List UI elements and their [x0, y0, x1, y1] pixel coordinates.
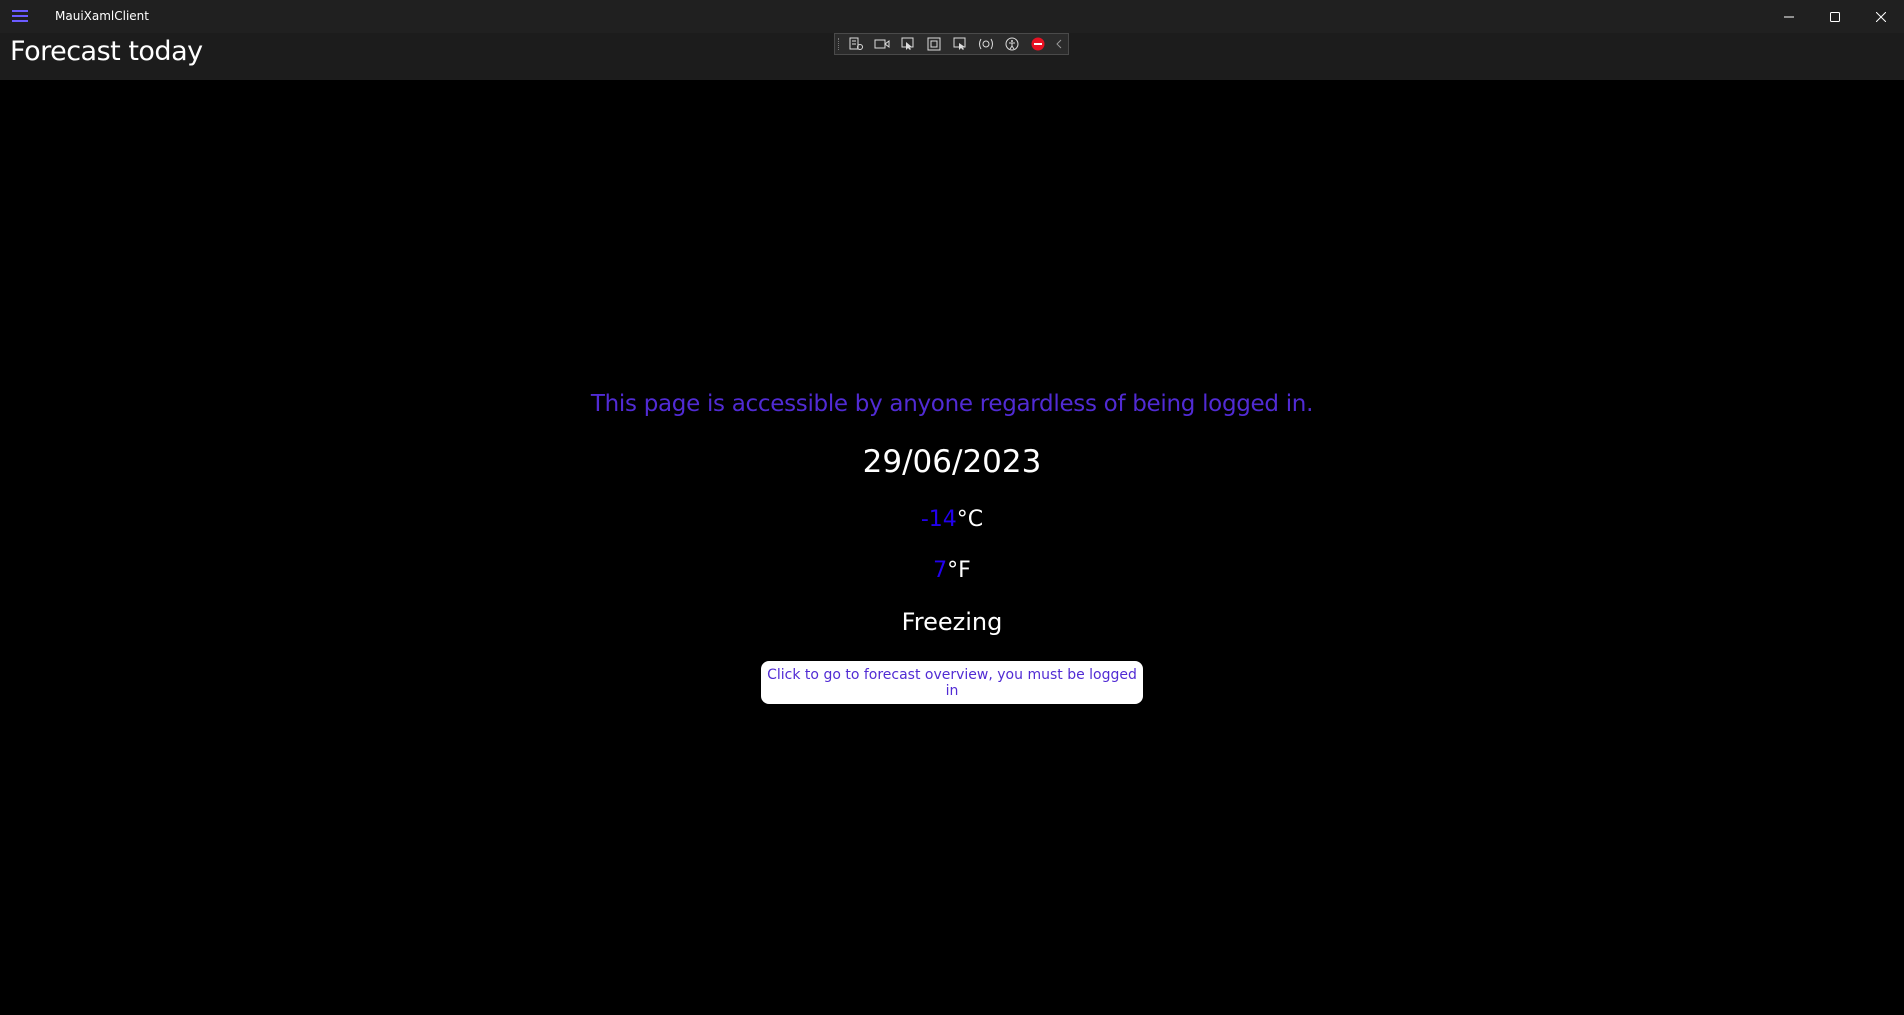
select-element-icon [901, 37, 914, 50]
disable-button[interactable] [1025, 34, 1051, 54]
button-container: Click to go to forecast overview, you mu… [761, 661, 1143, 704]
close-button[interactable] [1858, 0, 1904, 33]
forecast-content: This page is accessible by anyone regard… [0, 80, 1904, 1015]
minimize-icon [1784, 16, 1794, 17]
display-adorners-icon [927, 37, 941, 51]
temperature-fahrenheit: 7°F [0, 558, 1904, 583]
live-visual-tree-button[interactable] [843, 34, 869, 54]
window-controls [1766, 0, 1904, 33]
forecast-summary: Freezing [901, 608, 1003, 636]
toolbar-grip[interactable] [838, 38, 841, 50]
accessibility-icon [1005, 37, 1019, 51]
temperature-fahrenheit-value: 7 [933, 558, 948, 583]
select-element-button[interactable] [895, 34, 921, 54]
hamburger-menu-icon[interactable] [12, 10, 28, 22]
collapse-toolbar-button[interactable] [1051, 34, 1067, 54]
xaml-debug-toolbar [834, 33, 1069, 55]
disable-icon [1031, 37, 1045, 51]
title-bar: MauiXamlClient [0, 0, 1904, 33]
temperature-celsius-value: -14 [920, 507, 957, 532]
record-icon [874, 39, 890, 49]
temperature-fahrenheit-unit: °F [947, 558, 971, 583]
live-visual-tree-icon [849, 37, 863, 50]
temperature-celsius: -14°C [0, 507, 1904, 532]
maximize-icon [1830, 11, 1840, 22]
binding-failures-icon [979, 38, 993, 50]
accessibility-button[interactable] [999, 34, 1025, 54]
record-button[interactable] [869, 34, 895, 54]
track-focus-icon [953, 37, 966, 50]
app-window: MauiXamlClient Forecast today This page … [0, 0, 1904, 1015]
temperature-celsius-unit: °C [956, 507, 984, 532]
app-title: MauiXamlClient [55, 9, 149, 23]
forecast-overview-button[interactable]: Click to go to forecast overview, you mu… [761, 661, 1143, 704]
minimize-button[interactable] [1766, 0, 1812, 33]
track-focus-button[interactable] [947, 34, 973, 54]
page-title: Forecast today [10, 36, 203, 67]
collapse-chevron-icon [1056, 39, 1062, 49]
accessibility-notice: This page is accessible by anyone regard… [590, 391, 1314, 417]
binding-failures-button[interactable] [973, 34, 999, 54]
forecast-date: 29/06/2023 [862, 444, 1042, 480]
display-adorners-button[interactable] [921, 34, 947, 54]
maximize-button[interactable] [1812, 0, 1858, 33]
close-icon [1876, 11, 1886, 22]
